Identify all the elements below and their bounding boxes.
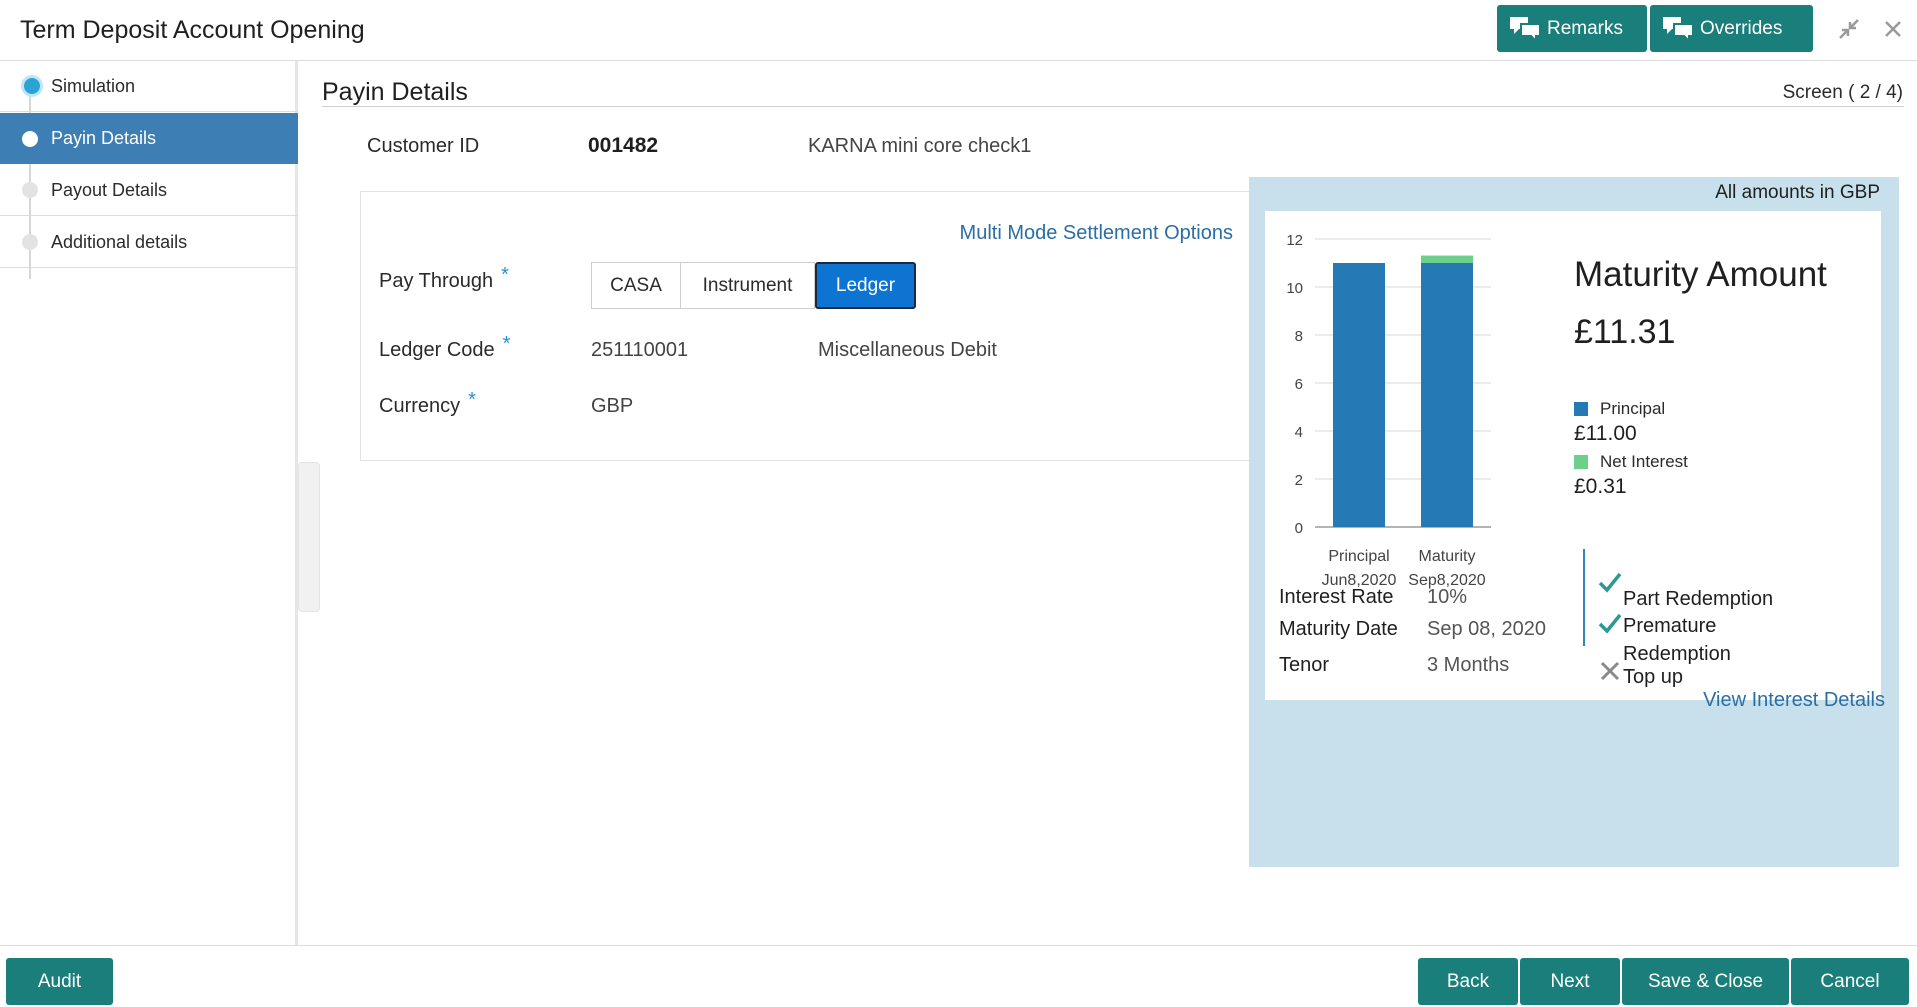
ledger-code-description: Miscellaneous Debit — [818, 339, 997, 361]
pay-through-ledger-option[interactable]: Ledger — [815, 262, 916, 309]
ledger-code-label: Ledger Code * — [379, 333, 510, 362]
feature-top-up: Top up — [1623, 666, 1684, 688]
page-title: Payin Details — [322, 78, 468, 106]
feature-part-redemption: Part Redemption — [1623, 588, 1774, 610]
back-button[interactable]: Back — [1418, 958, 1518, 1005]
chat-bubbles-icon — [1510, 16, 1541, 43]
sidebar-item-label: Payout Details — [51, 179, 168, 200]
sidebar-item-label: Additional details — [51, 231, 188, 252]
step-navigation: Simulation Payin Details Payout Details … — [0, 61, 298, 945]
required-marker: * — [502, 333, 511, 355]
required-marker: * — [501, 264, 509, 286]
step-dot-icon — [22, 182, 38, 198]
check-icon — [1598, 613, 1622, 634]
remarks-label: Remarks — [1547, 17, 1624, 39]
step-current-icon — [21, 75, 43, 97]
step-dot-icon — [22, 130, 38, 147]
title-divider — [322, 106, 1904, 107]
stats-divider — [1583, 549, 1585, 646]
maturity-date-value: Sep 08, 2020 — [1427, 618, 1546, 640]
sidebar-item-payin-details[interactable]: Payin Details — [0, 113, 298, 164]
panel-splitter-handle[interactable] — [298, 462, 320, 612]
view-interest-details-link[interactable]: View Interest Details — [1703, 689, 1885, 712]
app-header: Term Deposit Account Opening Remarks Ove… — [0, 0, 1917, 61]
cross-icon — [1600, 661, 1620, 681]
feature-premature-redemption: Premature Redemption — [1623, 615, 1731, 665]
sidebar-item-simulation[interactable]: Simulation — [0, 61, 298, 112]
payin-form-panel: Multi Mode Settlement Options Pay Throug… — [360, 191, 1250, 461]
sidebar-item-label: Payin Details — [51, 128, 157, 148]
sidebar-item-payout-details[interactable]: Payout Details — [0, 165, 298, 216]
screen-indicator: Screen ( 2 / 4) — [1782, 82, 1903, 103]
sidebar-item-additional-details[interactable]: Additional details — [0, 217, 298, 268]
tenor-label: Tenor — [1279, 654, 1330, 676]
ledger-code-label-text: Ledger Code — [379, 339, 495, 361]
interest-rate-value: 10% — [1427, 586, 1468, 608]
minimize-icon[interactable] — [1836, 16, 1862, 42]
overrides-button[interactable]: Overrides — [1650, 5, 1813, 52]
summary-stats: Interest Rate 10% Maturity Date Sep 08, … — [1249, 177, 1899, 867]
audit-button[interactable]: Audit — [6, 958, 113, 1005]
customer-name: KARNA mini core check1 — [808, 135, 1032, 157]
check-icon — [1598, 572, 1622, 593]
pay-through-label: Pay Through * — [379, 264, 509, 293]
pay-through-casa-option[interactable]: CASA — [591, 262, 681, 309]
currency-value: GBP — [591, 395, 634, 417]
currency-label: Currency * — [379, 389, 476, 418]
sidebar-item-label: Simulation — [51, 75, 136, 96]
required-marker: * — [468, 389, 476, 411]
currency-label-text: Currency — [379, 395, 461, 417]
customer-id-label: Customer ID — [367, 135, 480, 157]
close-icon[interactable] — [1880, 16, 1906, 42]
pay-through-instrument-option[interactable]: Instrument — [681, 262, 815, 309]
interest-rate-label: Interest Rate — [1279, 586, 1394, 608]
pay-through-label-text: Pay Through — [379, 270, 494, 292]
overrides-label: Overrides — [1700, 17, 1783, 39]
app-title: Term Deposit Account Opening — [20, 16, 365, 44]
next-button[interactable]: Next — [1520, 958, 1620, 1005]
customer-id-value: 001482 — [588, 134, 659, 157]
cancel-button[interactable]: Cancel — [1791, 958, 1909, 1005]
pay-through-toggle: CASA Instrument Ledger — [591, 262, 916, 309]
ledger-code-value: 251110001 — [591, 339, 689, 361]
footer-bar: Audit Back Next Save & Close Cancel — [0, 945, 1917, 1007]
maturity-date-label: Maturity Date — [1279, 618, 1398, 640]
chat-bubbles-icon — [1663, 16, 1694, 43]
multi-mode-settlement-link[interactable]: Multi Mode Settlement Options — [960, 222, 1233, 245]
save-close-button[interactable]: Save & Close — [1622, 958, 1789, 1005]
tenor-value: 3 Months — [1427, 654, 1510, 676]
remarks-button[interactable]: Remarks — [1497, 5, 1647, 52]
step-dot-icon — [22, 234, 38, 250]
